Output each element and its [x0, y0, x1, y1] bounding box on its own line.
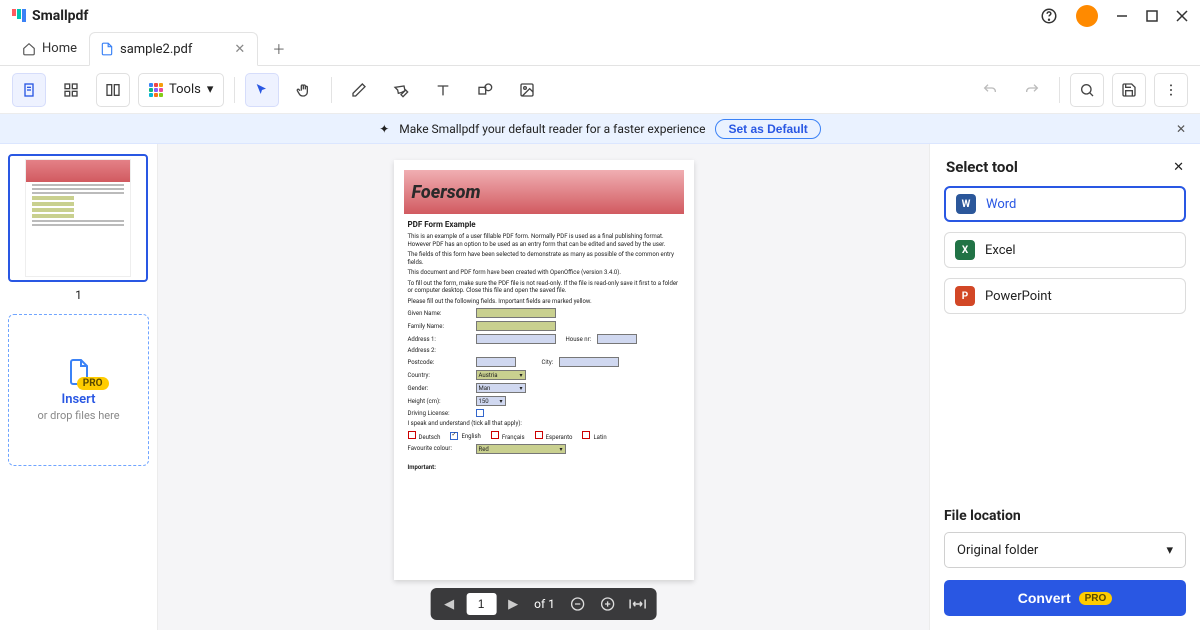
doc-title: PDF Form Example	[408, 220, 680, 229]
image-tool-button[interactable]	[510, 73, 544, 107]
zoom-in-button[interactable]	[595, 592, 621, 616]
file-location-heading: File location	[944, 508, 1186, 524]
save-button[interactable]	[1112, 73, 1146, 107]
height-field[interactable]: 150	[476, 396, 506, 406]
page-input[interactable]	[466, 593, 496, 615]
chevron-down-icon: ▾	[207, 82, 214, 97]
view-grid-button[interactable]	[54, 73, 88, 107]
more-button[interactable]	[1154, 73, 1188, 107]
city-field[interactable]	[559, 357, 619, 367]
prev-page-button[interactable]: ◀	[436, 592, 462, 616]
window-close-icon[interactable]	[1176, 10, 1188, 22]
address1-field[interactable]	[476, 334, 556, 344]
insert-dropzone[interactable]: PRO Insert or drop files here	[8, 314, 149, 466]
highlighter-tool-button[interactable]	[384, 73, 418, 107]
doc-p4: To fill out the form, make sure the PDF …	[408, 280, 680, 295]
avatar[interactable]	[1076, 5, 1098, 27]
houseno-field[interactable]	[597, 334, 637, 344]
file-tab-label: sample2.pdf	[120, 42, 192, 57]
file-tab[interactable]: sample2.pdf ✕	[89, 32, 258, 66]
convert-panel: Select tool ✕ W Word X Excel P PowerPoin…	[929, 144, 1200, 630]
view-side-button[interactable]	[96, 73, 130, 107]
tools-label: Tools	[169, 82, 201, 97]
tool-option-word[interactable]: W Word	[944, 186, 1186, 222]
search-button[interactable]	[1070, 73, 1104, 107]
thumbnail-sidebar: 1 PRO Insert or drop files here	[0, 144, 158, 630]
tool-option-powerpoint[interactable]: P PowerPoint	[944, 278, 1186, 314]
doc-brand: Foersom	[412, 182, 481, 203]
tabs-row: Home sample2.pdf ✕ ＋	[0, 32, 1200, 66]
home-tab[interactable]: Home	[10, 32, 89, 66]
app-brand: Smallpdf	[32, 8, 88, 24]
fit-width-button[interactable]	[625, 592, 651, 616]
page-of-label: of 1	[534, 597, 555, 611]
zoom-out-button[interactable]	[565, 592, 591, 616]
postcode-field[interactable]	[476, 357, 516, 367]
home-label: Home	[42, 41, 77, 56]
window-minimize-icon[interactable]	[1116, 10, 1128, 22]
toolbar: Tools ▾	[0, 66, 1200, 114]
pro-badge: PRO	[77, 377, 109, 390]
panel-title: Select tool	[946, 158, 1018, 176]
app-logo	[12, 9, 26, 23]
cursor-tool-button[interactable]	[245, 73, 279, 107]
default-reader-banner: ✦ Make Smallpdf your default reader for …	[0, 114, 1200, 144]
tools-grid-icon	[149, 83, 163, 97]
doc-p5: Please fill out the following fields. Im…	[408, 298, 680, 306]
excel-icon: X	[955, 240, 975, 260]
doc-p2: The fields of this form have been select…	[408, 251, 680, 266]
help-icon[interactable]	[1040, 7, 1058, 25]
titlebar: Smallpdf	[0, 0, 1200, 32]
country-select[interactable]: Austria	[476, 370, 526, 380]
document-canvas[interactable]: Foersom PDF Form Example This is an exam…	[158, 144, 929, 630]
pdf-page: Foersom PDF Form Example This is an exam…	[394, 160, 694, 580]
set-default-button[interactable]: Set as Default	[715, 119, 820, 139]
gender-select[interactable]: Man	[476, 383, 526, 393]
pencil-tool-button[interactable]	[342, 73, 376, 107]
file-icon	[100, 42, 114, 56]
page-thumbnail[interactable]	[8, 154, 148, 282]
license-checkbox[interactable]	[476, 409, 484, 417]
chevron-down-icon: ▾	[1166, 543, 1173, 558]
next-page-button[interactable]: ▶	[500, 592, 526, 616]
redo-button[interactable]	[1015, 73, 1049, 107]
favcolor-select[interactable]: Red	[476, 444, 566, 454]
banner-text: Make Smallpdf your default reader for a …	[399, 122, 705, 136]
sparkle-icon: ✦	[379, 122, 389, 136]
window-maximize-icon[interactable]	[1146, 10, 1158, 22]
insert-hint: or drop files here	[37, 409, 119, 422]
main-area: 1 PRO Insert or drop files here Foersom …	[0, 144, 1200, 630]
close-tab-icon[interactable]: ✕	[234, 42, 245, 57]
undo-button[interactable]	[973, 73, 1007, 107]
thumb-page-number: 1	[8, 288, 149, 302]
given-name-field[interactable]	[476, 308, 556, 318]
shape-tool-button[interactable]	[468, 73, 502, 107]
text-tool-button[interactable]	[426, 73, 460, 107]
powerpoint-icon: P	[955, 286, 975, 306]
home-icon	[22, 42, 36, 56]
doc-p1: This is an example of a user fillable PD…	[408, 233, 680, 248]
close-panel-icon[interactable]: ✕	[1173, 160, 1184, 175]
hand-tool-button[interactable]	[287, 73, 321, 107]
convert-button[interactable]: Convert PRO	[944, 580, 1186, 616]
family-name-field[interactable]	[476, 321, 556, 331]
new-tab-button[interactable]: ＋	[258, 39, 299, 58]
file-location-dropdown[interactable]: Original folder ▾	[944, 532, 1186, 568]
insert-label: Insert	[61, 392, 95, 407]
tool-option-excel[interactable]: X Excel	[944, 232, 1186, 268]
page-navigator: ◀ ▶ of 1	[430, 588, 657, 620]
tools-dropdown[interactable]: Tools ▾	[138, 73, 224, 107]
word-icon: W	[956, 194, 976, 214]
pro-badge: PRO	[1079, 592, 1113, 605]
view-single-button[interactable]	[12, 73, 46, 107]
close-banner-icon[interactable]: ✕	[1176, 122, 1186, 136]
doc-p3: This document and PDF form have been cre…	[408, 269, 680, 277]
